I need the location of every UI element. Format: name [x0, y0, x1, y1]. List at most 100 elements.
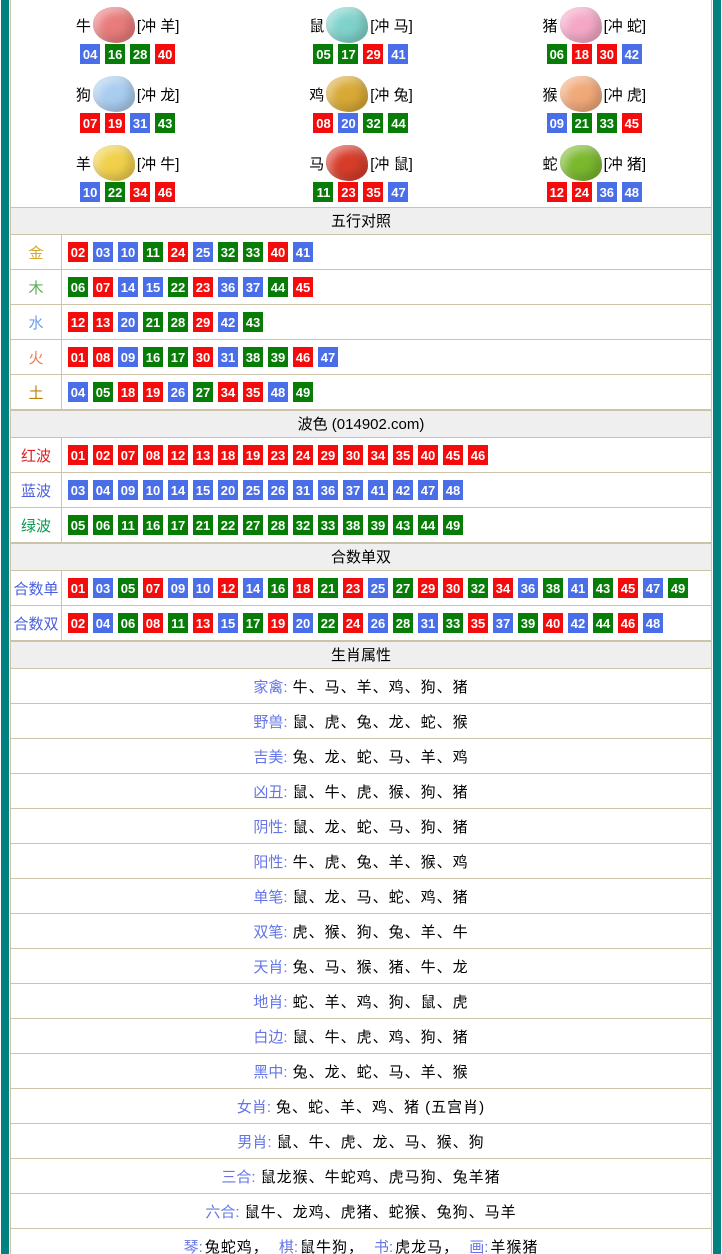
zodiac-reference-page: 牛[冲 羊]04162840鼠[冲 马]05172941猪[冲 蛇]061830… — [0, 0, 722, 1254]
zodiac-clash: [冲 鼠] — [370, 153, 413, 174]
attribute-label: 天肖: — [253, 956, 287, 977]
attribute-row: 野兽:鼠、虎、兔、龙、蛇、猴 — [11, 704, 711, 739]
number-ball: 42 — [218, 312, 238, 332]
number-ball: 29 — [363, 44, 383, 64]
number-ball: 01 — [68, 445, 88, 465]
number-ball: 42 — [393, 480, 413, 500]
number-ball: 48 — [443, 480, 463, 500]
number-ball: 42 — [622, 44, 642, 64]
number-ball: 46 — [468, 445, 488, 465]
number-ball: 46 — [155, 182, 175, 202]
number-ball: 41 — [293, 242, 313, 262]
arts-label-qi: 棋: — [279, 1236, 298, 1254]
number-ball: 31 — [218, 347, 238, 367]
zodiac-row: 狗[冲 龙]07193143鸡[冲 兔]08203244猴[冲 虎]092133… — [11, 69, 711, 138]
number-ball: 09 — [168, 578, 188, 598]
attribute-row: 家禽:牛、马、羊、鸡、狗、猪 — [11, 669, 711, 704]
number-ball: 18 — [572, 44, 592, 64]
number-ball: 19 — [243, 445, 263, 465]
number-ball: 34 — [130, 182, 150, 202]
zodiac-attribute-rows: 家禽:牛、马、羊、鸡、狗、猪野兽:鼠、虎、兔、龙、蛇、猴吉美:兔、龙、蛇、马、羊… — [11, 669, 711, 1229]
number-ball: 42 — [568, 613, 588, 633]
attribute-value: 鼠、牛、虎、鸡、狗、猪 — [293, 1026, 469, 1047]
number-ball: 25 — [368, 578, 388, 598]
number-ball: 06 — [118, 613, 138, 633]
number-ball: 20 — [118, 312, 138, 332]
number-ball: 37 — [243, 277, 263, 297]
number-ball: 47 — [318, 347, 338, 367]
section-header-sum-parity: 合数单双 — [11, 543, 711, 571]
number-ball: 40 — [418, 445, 438, 465]
number-ball: 34 — [218, 382, 238, 402]
number-ball: 04 — [93, 613, 113, 633]
number-ball: 29 — [318, 445, 338, 465]
attribute-row: 凶丑:鼠、牛、虎、猴、狗、猪 — [11, 774, 711, 809]
dog-icon — [93, 76, 135, 112]
attribute-label: 黑中: — [253, 1061, 287, 1082]
zodiac-title: 蛇[冲 猪] — [543, 144, 647, 182]
five-elements-rows: 金02031011242532334041木060714152223363744… — [11, 235, 711, 410]
number-ball: 06 — [68, 277, 88, 297]
zodiac-title: 狗[冲 龙] — [76, 75, 180, 113]
main-table: 牛[冲 羊]04162840鼠[冲 马]05172941猪[冲 蛇]061830… — [10, 0, 712, 1254]
number-list: 06183042 — [547, 44, 642, 64]
number-ball: 08 — [313, 113, 333, 133]
number-list: 09213345 — [547, 113, 642, 133]
number-list: 03040910141520252631363741424748 — [62, 473, 463, 507]
attribute-label: 野兽: — [253, 711, 287, 732]
zodiac-cell: 猪[冲 蛇]06183042 — [478, 0, 711, 69]
attribute-row: 吉美:兔、龙、蛇、马、羊、鸡 — [11, 739, 711, 774]
monkey-icon — [560, 76, 602, 112]
attribute-label: 三合: — [221, 1166, 255, 1187]
number-ball: 16 — [143, 515, 163, 535]
number-ball: 02 — [93, 445, 113, 465]
number-ball: 32 — [363, 113, 383, 133]
number-ball: 12 — [168, 445, 188, 465]
number-ball: 45 — [443, 445, 463, 465]
number-ball: 38 — [343, 515, 363, 535]
number-ball: 31 — [418, 613, 438, 633]
number-ball: 11 — [168, 613, 188, 633]
number-list: 02031011242532334041 — [62, 235, 313, 269]
number-ball: 20 — [293, 613, 313, 633]
zodiac-cell: 羊[冲 牛]10223446 — [11, 138, 244, 207]
number-list: 06071415222336374445 — [62, 270, 313, 304]
section-header-wave-colors: 波色 (014902.com) — [11, 410, 711, 438]
attribute-value: 牛、虎、兔、羊、猴、鸡 — [293, 851, 469, 872]
number-ball: 29 — [193, 312, 213, 332]
zodiac-clash: [冲 马] — [370, 15, 413, 36]
number-ball: 12 — [547, 182, 567, 202]
wave-color-rows: 红波0102070812131819232429303435404546蓝波03… — [11, 438, 711, 543]
arts-label-qin: 琴: — [184, 1236, 203, 1254]
zodiac-cell: 牛[冲 羊]04162840 — [11, 0, 244, 69]
attribute-value: 兔、龙、蛇、马、羊、猴 — [293, 1061, 469, 1082]
number-ball: 08 — [143, 445, 163, 465]
number-ball: 21 — [193, 515, 213, 535]
number-ball: 49 — [293, 382, 313, 402]
number-list: 04051819262734354849 — [62, 375, 313, 409]
number-ball: 01 — [68, 578, 88, 598]
number-ball: 33 — [243, 242, 263, 262]
number-ball: 36 — [597, 182, 617, 202]
attribute-row: 地肖:蛇、羊、鸡、狗、鼠、虎 — [11, 984, 711, 1019]
attribute-label: 六合: — [205, 1201, 239, 1222]
attribute-value: 牛、马、羊、鸡、狗、猪 — [293, 676, 469, 697]
number-ball: 09 — [547, 113, 567, 133]
number-ball: 13 — [193, 445, 213, 465]
zodiac-title: 猪[冲 蛇] — [543, 6, 647, 44]
arts-value-hua: 羊猴猪 — [490, 1236, 538, 1254]
row-label: 合数单 — [11, 571, 62, 605]
number-ball: 26 — [168, 382, 188, 402]
section-header-zodiac-attributes: 生肖属性 — [11, 641, 711, 669]
number-ball: 04 — [80, 44, 100, 64]
number-ball: 43 — [393, 515, 413, 535]
pig-icon — [560, 7, 602, 43]
attribute-label: 双笔: — [253, 921, 287, 942]
page-frame: 牛[冲 羊]04162840鼠[冲 马]05172941猪[冲 蛇]061830… — [1, 0, 721, 1254]
number-ball: 25 — [243, 480, 263, 500]
number-ball: 03 — [93, 242, 113, 262]
number-ball: 43 — [155, 113, 175, 133]
number-list: 0102070812131819232429303435404546 — [62, 438, 488, 472]
zodiac-clash: [冲 羊] — [137, 15, 180, 36]
arts-row: 琴: 兔蛇鸡， 棋: 鼠牛狗， 书: 虎龙马， 画: 羊猴猪 — [11, 1229, 711, 1254]
